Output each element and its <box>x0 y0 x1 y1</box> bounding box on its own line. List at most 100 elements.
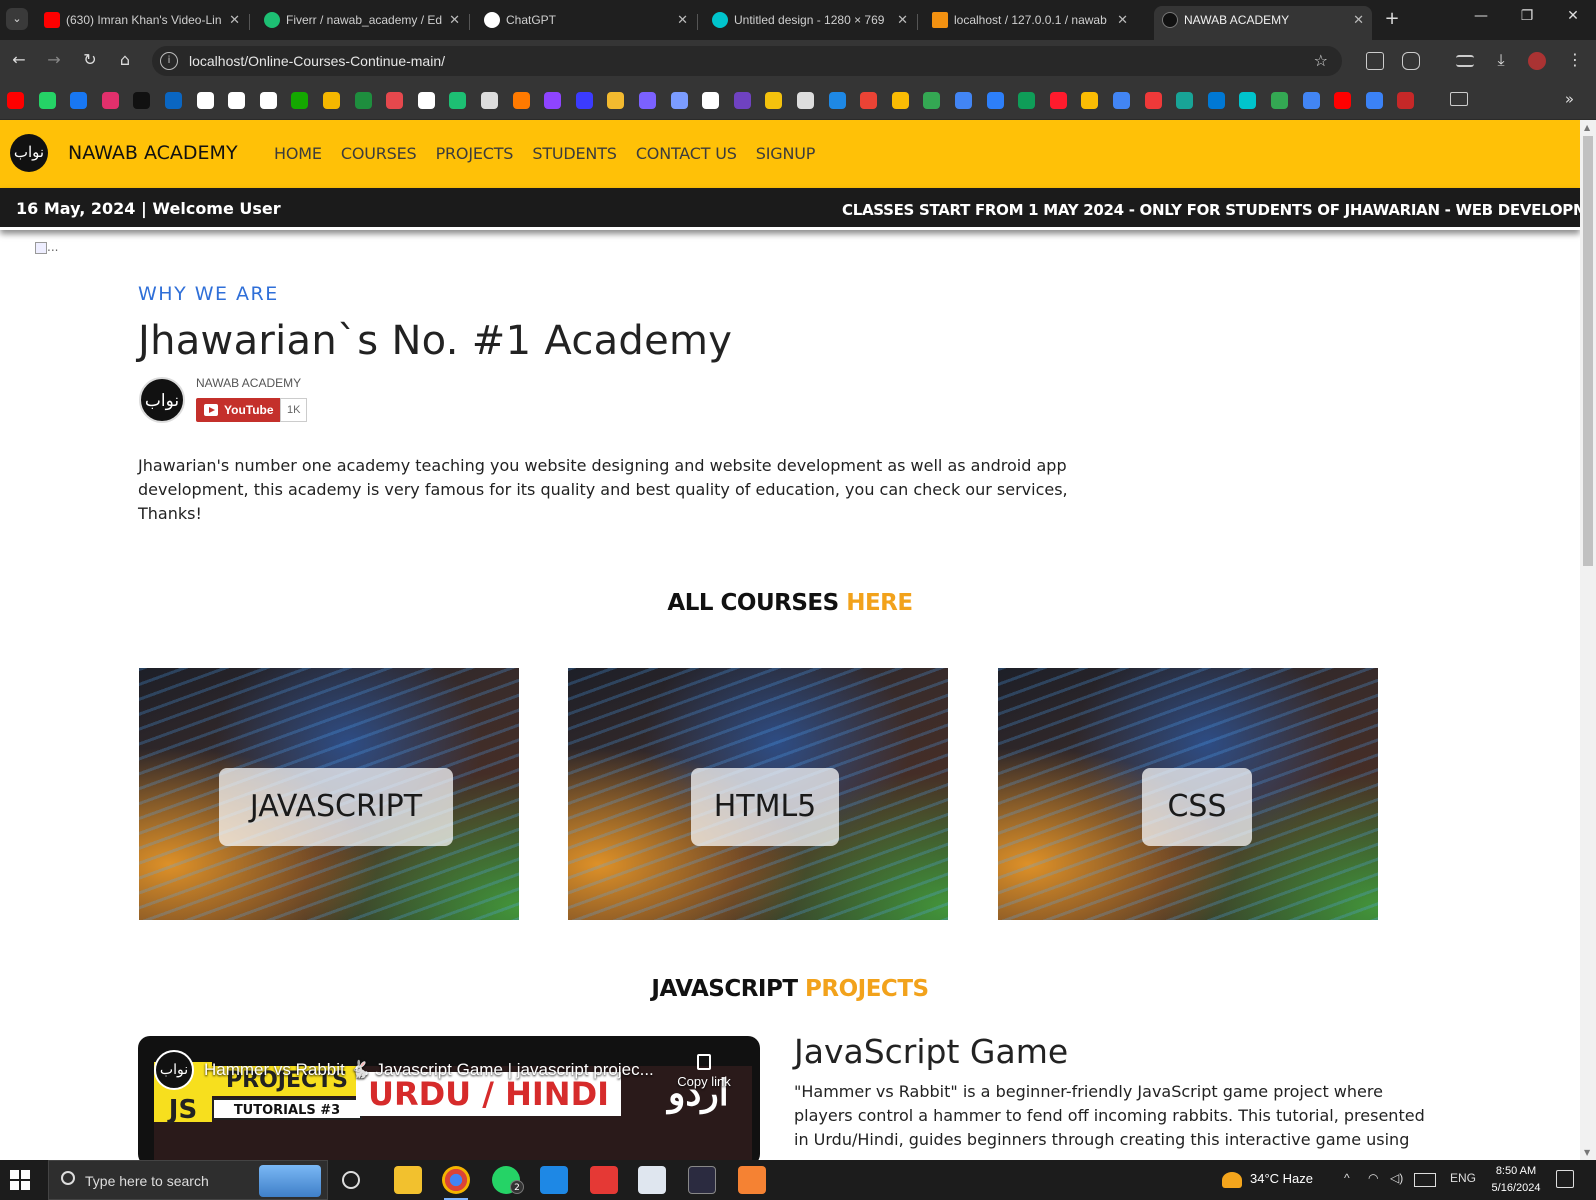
bookmark-whatsapp-icon[interactable] <box>38 92 56 109</box>
screen-recorder-icon[interactable] <box>590 1166 618 1194</box>
browser-tab[interactable]: (630) Imran Khan's Video-Lin ✕ <box>36 6 248 40</box>
site-info-icon[interactable]: i <box>160 52 178 70</box>
bookmark-upwork-icon[interactable] <box>291 92 309 109</box>
bookmark-bee-icon[interactable] <box>323 92 340 109</box>
wifi-icon[interactable]: ◠ <box>1368 1171 1378 1185</box>
more-bookmarks-icon[interactable]: » <box>1565 90 1574 108</box>
bookmark-drive-icon[interactable] <box>923 92 941 109</box>
nav-courses[interactable]: COURSES <box>341 144 417 163</box>
browser-tab[interactable]: Untitled design - 1280 × 769 ✕ <box>704 6 916 40</box>
youtube-subscribe-button[interactable]: YouTube <box>196 398 282 422</box>
restore-icon[interactable]: ❐ <box>1512 8 1542 24</box>
copy-link-button[interactable]: Copy link <box>674 1054 734 1089</box>
bookmark-chatgpt-icon[interactable] <box>228 92 246 109</box>
volume-icon[interactable]: ◁) <box>1390 1171 1403 1185</box>
close-tab-icon[interactable]: ✕ <box>1117 6 1128 34</box>
channel-name[interactable]: NAWAB ACADEMY <box>196 376 301 390</box>
back-icon[interactable]: ← <box>8 50 30 69</box>
notification-icon[interactable] <box>1556 1170 1574 1188</box>
task-view-icon[interactable] <box>342 1171 360 1189</box>
bookmark-vivaldi-icon[interactable] <box>1144 92 1162 109</box>
bookmark-k-icon[interactable] <box>733 92 751 109</box>
browser-tab[interactable]: localhost / 127.0.0.1 / nawab ✕ <box>924 6 1136 40</box>
nav-signup[interactable]: SIGNUP <box>756 144 816 163</box>
bookmark-star-icon[interactable]: ☆ <box>1314 51 1328 70</box>
download-icon[interactable]: ⤓ <box>1490 50 1512 70</box>
vscode-icon[interactable] <box>540 1166 568 1194</box>
bookmark-bee2-icon[interactable] <box>765 92 783 109</box>
close-tab-icon[interactable]: ✕ <box>897 6 908 34</box>
browser-tab[interactable]: Fiverr / nawab_academy / Ed ✕ <box>256 6 468 40</box>
close-tab-icon[interactable]: ✕ <box>449 6 460 34</box>
bookmark-translate-icon[interactable] <box>1113 92 1130 109</box>
bookmark-photos-icon[interactable] <box>891 92 909 109</box>
bookmark-linkedin-icon[interactable] <box>165 92 182 109</box>
close-tab-icon[interactable]: ✕ <box>229 6 240 34</box>
bookmark-binance-icon[interactable] <box>607 92 625 109</box>
bookmark-gmail-icon[interactable] <box>860 92 878 109</box>
folder-icon[interactable] <box>1450 92 1468 106</box>
tab-search-button[interactable]: ⌄ <box>6 8 28 30</box>
bookmark-tool-icon[interactable] <box>354 92 372 109</box>
extensions-icon[interactable] <box>1402 52 1420 70</box>
bookmark-x-icon[interactable] <box>259 92 277 109</box>
bookmark-opera-icon[interactable] <box>1049 92 1067 109</box>
reload-icon[interactable]: ↻ <box>79 50 101 69</box>
language-indicator[interactable]: ENG <box>1450 1171 1476 1185</box>
bookmark-facebook-icon[interactable] <box>70 92 88 109</box>
bookmark-adobe-icon[interactable] <box>1334 92 1352 109</box>
file-explorer-icon[interactable] <box>394 1166 422 1194</box>
bookmark-globe-icon[interactable] <box>481 92 498 109</box>
bookmark-globe2-icon[interactable] <box>797 92 814 109</box>
forward-icon[interactable]: → <box>43 50 65 69</box>
scrollbar-thumb[interactable] <box>1583 136 1593 566</box>
menu-icon[interactable]: ⋮ <box>1564 50 1586 69</box>
url-input[interactable]: i localhost/Online-Courses-Continue-main… <box>152 46 1342 76</box>
bookmark-diamond-icon[interactable] <box>1365 92 1383 109</box>
new-tab-button[interactable]: + <box>1380 8 1404 29</box>
bookmark-u-icon[interactable] <box>544 92 562 109</box>
bookmark-tuts-icon[interactable] <box>1271 92 1288 109</box>
video-channel-avatar[interactable]: نواب <box>154 1050 194 1090</box>
channel-avatar[interactable]: نواب <box>139 377 185 423</box>
bookmark-photopea-icon[interactable] <box>1176 92 1194 109</box>
nav-home[interactable]: HOME <box>274 144 322 163</box>
taskbar-search-input[interactable]: Type here to search <box>48 1160 328 1200</box>
bookmark-d-icon[interactable] <box>828 92 846 109</box>
close-window-icon[interactable]: ✕ <box>1558 8 1588 24</box>
bookmark-canva-icon[interactable] <box>1239 92 1257 109</box>
youtube-video-embed[interactable]: JS PROJECTS TUTORIALS #3 URDU / HINDI ار… <box>138 1036 760 1160</box>
bookmark-github-icon[interactable] <box>196 92 214 109</box>
nav-students[interactable]: STUDENTS <box>532 144 617 163</box>
bookmark-red-icon[interactable] <box>1397 92 1415 109</box>
video-title[interactable]: Hammer vs Rabbit 🐇 Javascript Game | jav… <box>204 1060 654 1080</box>
store-icon[interactable] <box>638 1166 666 1194</box>
home-icon[interactable]: ⌂ <box>114 50 136 69</box>
bookmark-tiktok-icon[interactable] <box>133 92 151 109</box>
bookmark-docs-icon[interactable] <box>1302 92 1320 109</box>
bookmark-youtube-icon[interactable] <box>7 92 24 109</box>
bookmark-fire-icon[interactable] <box>512 92 530 109</box>
tray-chevron-icon[interactable]: ^ <box>1344 1171 1350 1185</box>
taskbar-clock[interactable]: 8:50 AM 5/16/2024 <box>1488 1163 1544 1197</box>
site-logo[interactable]: نواب <box>10 134 48 172</box>
nav-projects[interactable]: PROJECTS <box>436 144 514 163</box>
media-control-icon[interactable] <box>1456 55 1474 67</box>
scroll-down-icon[interactable]: ▼ <box>1584 1148 1590 1157</box>
bookmark-ads-icon[interactable] <box>955 92 972 109</box>
bookmark-sheet-icon[interactable] <box>1018 92 1036 109</box>
keyboard-icon[interactable] <box>1414 1173 1436 1187</box>
close-tab-icon[interactable]: ✕ <box>1353 6 1364 34</box>
browser-tab[interactable]: ChatGPT ✕ <box>476 6 696 40</box>
bookmark-vscode-icon[interactable] <box>1207 92 1225 109</box>
course-card-css[interactable]: CSS <box>998 668 1378 920</box>
page-scrollbar[interactable]: ▲ ▼ <box>1580 120 1596 1160</box>
bookmark-a-icon[interactable] <box>702 92 720 109</box>
chrome-icon[interactable] <box>442 1166 470 1200</box>
windows-start-icon[interactable] <box>10 1170 30 1190</box>
xampp-icon[interactable] <box>738 1166 766 1194</box>
bookmark-keep-icon[interactable] <box>1081 92 1099 109</box>
scroll-up-icon[interactable]: ▲ <box>1584 123 1590 132</box>
course-card-javascript[interactable]: JAVASCRIPT <box>139 668 519 920</box>
bookmark-flag-icon[interactable] <box>986 92 1004 109</box>
